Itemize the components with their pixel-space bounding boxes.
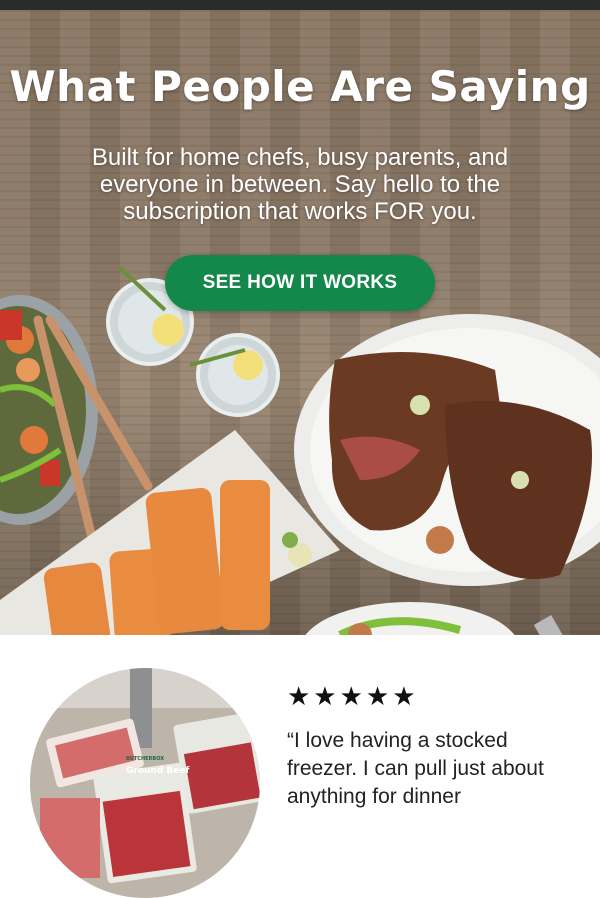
testimonial-quote: “I love having a stocked freezer. I can …	[287, 729, 544, 808]
package-brand-label: BUTCHERBOX	[126, 756, 165, 762]
star-icon: ★★★★★	[287, 682, 419, 712]
top-bar	[0, 0, 600, 10]
testimonial-card: BUTCHERBOX Ground Beef ★★★★★ “I love hav…	[0, 635, 600, 898]
star-rating: ★★★★★	[287, 682, 419, 712]
see-how-it-works-button[interactable]: SEE HOW IT WORKS	[165, 255, 435, 311]
side-dish-image	[305, 602, 567, 635]
freezer-photo: BUTCHERBOX Ground Beef	[30, 668, 260, 898]
section-subtitle: Built for home chefs, busy parents, and …	[91, 144, 509, 225]
hero-banner: What People Are Saying Built for home ch…	[0, 10, 600, 635]
section-title: What People Are Saying	[9, 62, 591, 111]
package-product-label: Ground Beef	[126, 766, 190, 776]
steak-platter-image	[294, 314, 600, 586]
